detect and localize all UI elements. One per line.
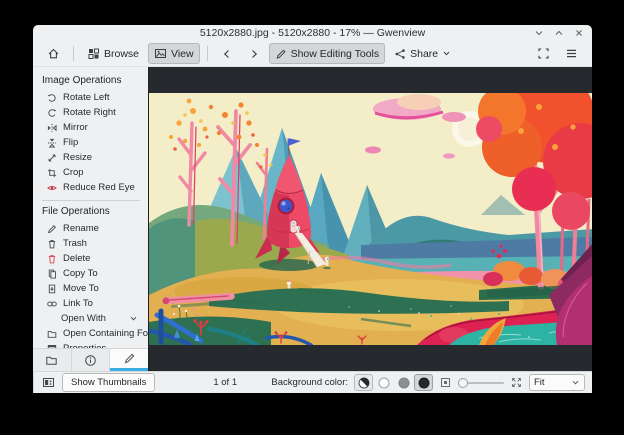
zoom-fit-icon — [440, 377, 451, 388]
chevron-down-icon — [129, 314, 138, 323]
bg-gray-swatch[interactable] — [394, 374, 413, 391]
flip-icon — [47, 138, 57, 148]
chevron-left-icon — [221, 48, 233, 60]
menu-button[interactable] — [559, 43, 584, 64]
sidebar-item-rotate-left[interactable]: Rotate Left — [42, 90, 148, 105]
sidebar-item-trash[interactable]: Trash — [42, 236, 148, 251]
link-to-icon — [47, 299, 57, 309]
position-indicator: 1 of 1 — [213, 377, 238, 388]
background-color-group — [354, 374, 433, 391]
sidebar-item-copy-to[interactable]: Copy To — [42, 266, 148, 281]
go-previous-button[interactable] — [215, 43, 239, 64]
red-eye-icon — [47, 183, 57, 193]
sidebar-item-reduce-red-eye[interactable]: Reduce Red Eye — [42, 180, 148, 195]
trash-icon — [47, 239, 57, 249]
fullscreen-button[interactable] — [531, 43, 556, 64]
sidebar-item-mirror[interactable]: Mirror — [42, 120, 148, 135]
tab-folders[interactable] — [33, 349, 72, 371]
rotate-left-icon — [47, 93, 57, 103]
rotate-right-icon — [47, 108, 57, 118]
copy-to-icon — [47, 269, 57, 279]
browse-grid-icon — [87, 47, 100, 60]
image-content — [149, 93, 592, 345]
share-icon — [394, 48, 406, 60]
main-toolbar: Browse View Show Editing Tools Share — [33, 41, 592, 67]
view-button-label: View — [171, 47, 194, 60]
statusbar: Show Thumbnails 1 of 1 Background color:… — [33, 371, 592, 393]
desktop: { "window": { "title": "5120x2880.jpg - … — [0, 0, 624, 435]
home-button[interactable] — [41, 43, 66, 64]
thumbnail-bar-icon — [42, 376, 55, 389]
sidebar-tab-bar — [33, 348, 149, 371]
titlebar[interactable]: 5120x2880.jpg - 5120x2880 - 17% — Gwenvi… — [33, 25, 592, 41]
show-thumbnails-button[interactable]: Show Thumbnails — [62, 373, 156, 392]
mirror-icon — [47, 123, 57, 133]
actual-size-button[interactable] — [510, 376, 523, 389]
toolbar-separator — [73, 46, 74, 61]
share-button-label: Share — [410, 47, 439, 60]
sidebar: Image Operations Rotate Left Rotate Righ… — [33, 67, 149, 371]
image-operations-heading: Image Operations — [42, 75, 122, 86]
bg-black-swatch[interactable] — [414, 374, 433, 391]
sidebar-item-link-to[interactable]: Link To — [42, 296, 148, 311]
share-button[interactable]: Share — [388, 43, 457, 64]
info-icon — [84, 354, 97, 367]
sidebar-item-open-with[interactable]: Open With — [42, 311, 148, 326]
sidebar-item-crop[interactable]: Crop — [42, 165, 148, 180]
show-editing-tools-button[interactable]: Show Editing Tools — [268, 43, 386, 64]
bg-white-swatch[interactable] — [374, 374, 393, 391]
sidebar-item-rename[interactable]: Rename — [42, 221, 148, 236]
folder-icon — [45, 354, 58, 367]
sidebar-item-resize[interactable]: Resize — [42, 150, 148, 165]
sidebar-item-flip[interactable]: Flip — [42, 135, 148, 150]
minimize-button[interactable] — [534, 28, 544, 38]
file-operations-heading: File Operations — [42, 206, 110, 217]
zoom-mode-value: Fit — [534, 377, 545, 388]
actual-size-icon — [511, 377, 522, 388]
image-view-icon — [154, 47, 167, 60]
browse-button[interactable]: Browse — [81, 43, 145, 64]
view-button[interactable]: View — [148, 43, 200, 64]
home-icon — [47, 47, 60, 60]
crop-icon — [47, 168, 57, 178]
delete-icon — [47, 254, 57, 264]
browse-button-label: Browse — [104, 47, 140, 60]
zoom-slider[interactable] — [458, 377, 504, 389]
background-color-label: Background color: — [271, 377, 348, 388]
chevron-down-icon — [442, 49, 451, 58]
go-next-button[interactable] — [242, 43, 266, 64]
thumbnail-bar-toggle[interactable] — [41, 375, 56, 390]
tab-operations[interactable] — [110, 349, 149, 371]
pencil-icon — [123, 352, 136, 365]
sidebar-separator — [42, 200, 140, 201]
rename-icon — [47, 224, 57, 234]
resize-icon — [47, 153, 57, 163]
gwenview-window: 5120x2880.jpg - 5120x2880 - 17% — Gwenvi… — [33, 25, 592, 393]
pencil-icon — [275, 48, 287, 60]
chevron-right-icon — [248, 48, 260, 60]
sidebar-item-properties[interactable]: Properties — [42, 341, 148, 348]
fullscreen-icon — [537, 47, 550, 60]
close-button[interactable] — [574, 28, 584, 38]
folder-open-icon — [47, 329, 57, 339]
tab-information[interactable] — [71, 349, 111, 371]
zoom-slider-handle[interactable] — [458, 377, 468, 388]
sidebar-item-move-to[interactable]: Move To — [42, 281, 148, 296]
show-editing-tools-label: Show Editing Tools — [290, 47, 380, 60]
hamburger-icon — [565, 47, 578, 60]
maximize-button[interactable] — [554, 28, 564, 38]
image-view[interactable] — [148, 67, 592, 371]
bg-auto-swatch[interactable] — [354, 374, 373, 391]
sidebar-item-rotate-right[interactable]: Rotate Right — [42, 105, 148, 120]
chevron-down-icon — [571, 378, 580, 387]
window-title: 5120x2880.jpg - 5120x2880 - 17% — Gwenvi… — [199, 27, 426, 39]
sidebar-item-open-containing-folder[interactable]: Open Containing Folder — [42, 326, 148, 341]
sidebar-item-delete[interactable]: Delete — [42, 251, 148, 266]
move-to-icon — [47, 284, 57, 294]
zoom-mode-combobox[interactable]: Fit — [529, 374, 585, 391]
toolbar-separator — [206, 46, 208, 61]
zoom-fit-button[interactable] — [439, 376, 452, 389]
